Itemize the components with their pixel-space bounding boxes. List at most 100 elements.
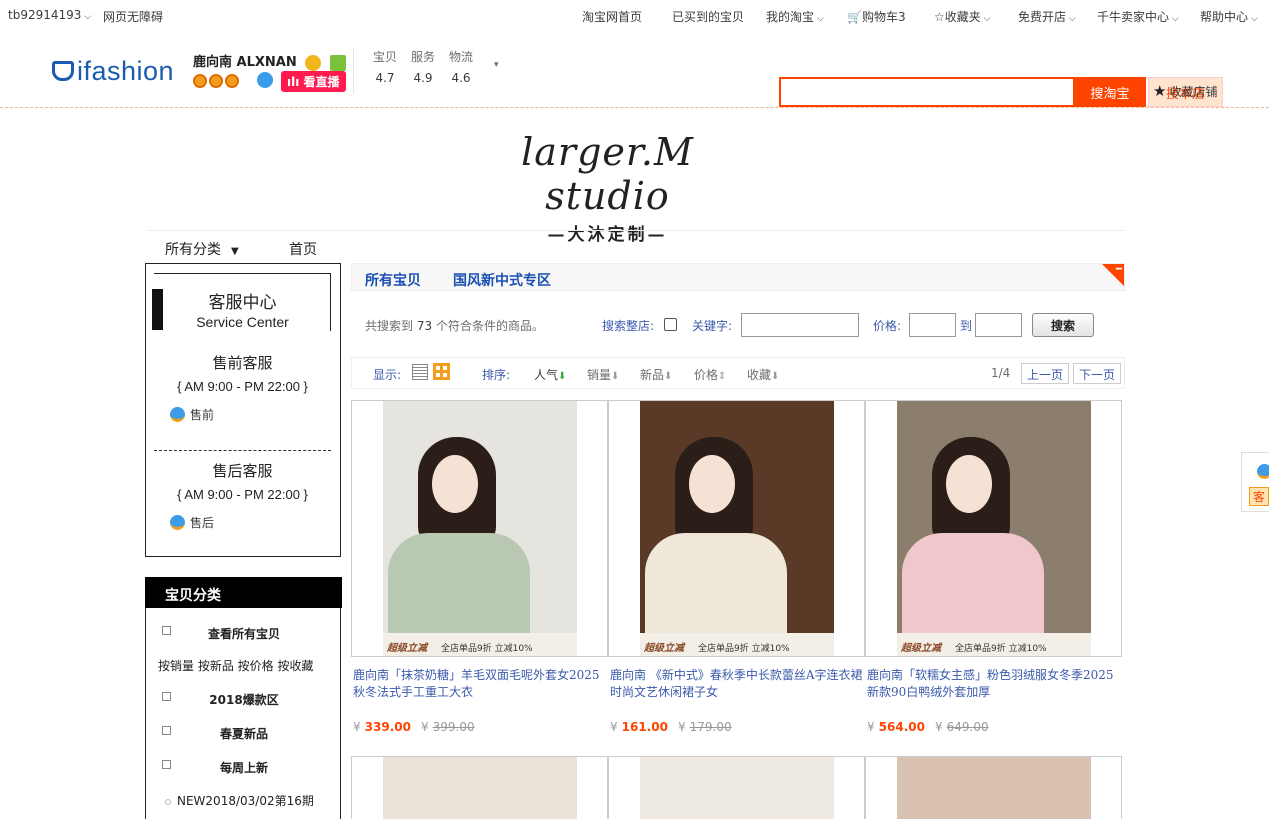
product-image[interactable] bbox=[865, 756, 1122, 819]
presale-title: 售前客服 bbox=[212, 354, 273, 372]
crown-icon bbox=[193, 74, 207, 88]
arrow-down-icon: ⬇ bbox=[771, 371, 780, 382]
next-page-button[interactable]: 下一页 bbox=[1073, 363, 1122, 384]
presale-block: 售前客服 { AM 9:00 - PM 22:00 } 售前 bbox=[154, 352, 331, 423]
service-center-panel: 客服中心 Service Center 售前客服 { AM 9:00 - PM … bbox=[145, 263, 341, 557]
product-garment bbox=[902, 533, 1044, 633]
wangwang-icon[interactable] bbox=[257, 72, 273, 88]
price-max-input[interactable] bbox=[975, 313, 1022, 337]
shop-name[interactable]: 鹿向南 ALXNAN bbox=[193, 51, 346, 71]
arrow-down-icon: ⬇ bbox=[558, 371, 567, 382]
page-indicator: 1/4 bbox=[991, 366, 1011, 380]
ifashion-logo[interactable]: ifashion bbox=[52, 56, 174, 87]
minus-icon: ━ bbox=[1115, 264, 1122, 275]
list-view-icon[interactable] bbox=[412, 364, 428, 380]
model-face bbox=[432, 455, 478, 513]
chevron-down-icon: ⌵ bbox=[983, 14, 991, 24]
category-sort-links[interactable]: 按销量 按新品 按价格 按收藏 bbox=[158, 657, 313, 674]
crumb-section[interactable]: 国风新中式专区 bbox=[453, 270, 551, 290]
aftersale-contact-link[interactable]: 售后 bbox=[170, 514, 331, 531]
open-shop-menu[interactable]: 免费开店 ⌵ bbox=[1018, 8, 1076, 25]
arrow-down-icon: ⬇ bbox=[664, 371, 673, 382]
crown-icon bbox=[225, 74, 239, 88]
rating-service: 服务 4.9 bbox=[410, 50, 435, 85]
search-input[interactable] bbox=[779, 77, 1075, 107]
product-garment bbox=[645, 533, 787, 633]
crumb-all-items[interactable]: 所有宝贝 bbox=[365, 270, 421, 290]
brand-logo[interactable]: larger.M studio —大沐定制— bbox=[495, 130, 720, 245]
chevron-down-icon: ⌵ bbox=[1251, 14, 1258, 24]
shop-home-link[interactable]: 首页 bbox=[289, 239, 317, 259]
sort-newest[interactable]: 新品⬇ bbox=[640, 366, 672, 383]
brand-badge-icon bbox=[329, 54, 346, 71]
search-whole-label: 搜索整店: bbox=[602, 319, 655, 333]
product-image[interactable]: 超级立减 全店单品9折 立减10% bbox=[351, 400, 608, 657]
favorite-shop-link[interactable]: ★ 收藏店铺 bbox=[1153, 82, 1217, 100]
product-title[interactable]: 鹿向南 《新中式》春秋季中长款蕾丝A字连衣裙时尚文艺休闲裙子女 bbox=[610, 667, 865, 701]
chevron-down-icon[interactable]: ▾ bbox=[494, 60, 499, 70]
sort-collect[interactable]: 收藏⬇ bbox=[747, 366, 779, 383]
category-header: 宝贝分类 bbox=[145, 577, 342, 608]
service-title: 客服中心 bbox=[208, 293, 277, 313]
triangle-down-icon: ▼ bbox=[231, 246, 239, 257]
keyword-input[interactable] bbox=[741, 313, 859, 337]
sort-bar: 显示: 排序: 人气⬇ 销量⬇ 新品⬇ 价格⇕ 收藏⬇ 1/4 上一页 下一页 bbox=[351, 357, 1125, 389]
sort-sales[interactable]: 销量⬇ bbox=[587, 366, 619, 383]
service-center-header: 客服中心 Service Center bbox=[152, 273, 331, 331]
favorites-menu[interactable]: ☆收藏夹 ⌵ bbox=[934, 8, 991, 25]
category-panel: 宝贝分类 查看所有宝贝 按销量 按新品 按价格 按收藏 2018爆款区 春夏新品… bbox=[145, 577, 342, 819]
breadcrumb: 所有宝贝 国风新中式专区 ━ bbox=[351, 263, 1125, 291]
service-float-label: 客 bbox=[1249, 487, 1269, 506]
filter-search-button[interactable]: 搜索 bbox=[1032, 313, 1094, 337]
cart-link[interactable]: 🛒购物车3 bbox=[847, 8, 906, 25]
price-min-input[interactable] bbox=[909, 313, 956, 337]
result-count: 共搜索到 73 个符合条件的商品。 bbox=[365, 319, 544, 333]
presale-hours: { AM 9:00 - PM 22:00 } bbox=[177, 379, 308, 394]
seller-center-menu[interactable]: 千牛卖家中心 ⌵ bbox=[1097, 8, 1179, 25]
price-to-label: 到 bbox=[960, 319, 973, 333]
crown-icon bbox=[209, 74, 223, 88]
model-face bbox=[946, 455, 992, 513]
sort-price[interactable]: 价格⇕ bbox=[694, 366, 726, 383]
cart-icon: 🛒 bbox=[847, 10, 862, 24]
shop-header: ifashion 鹿向南 ALXNAN ılı 看直播 宝贝 4.7 服务 4.9 物流… bbox=[0, 30, 1269, 108]
prev-page-button[interactable]: 上一页 bbox=[1021, 363, 1070, 384]
category-sub-item[interactable]: NEW2018/03/02第16期 bbox=[165, 792, 314, 809]
my-taobao-menu[interactable]: 我的淘宝 ⌵ bbox=[766, 8, 824, 25]
product-price: ¥161.00 ¥179.00 bbox=[610, 720, 732, 734]
product-price: ¥339.00 ¥399.00 bbox=[353, 720, 475, 734]
site-nav: tb92914193 ⌵ 网页无障碍 淘宝网首页 已买到的宝贝 我的淘宝 ⌵ 🛒购物… bbox=[0, 0, 1269, 30]
all-categories-menu[interactable]: 所有分类 ▼ bbox=[165, 239, 239, 259]
help-center-menu[interactable]: 帮助中心 ⌵ bbox=[1200, 8, 1258, 25]
presale-contact-link[interactable]: 售前 bbox=[170, 406, 331, 423]
product-card[interactable]: 超级立减 全店单品9折 立减10% 鹿向南「软糯女主感」粉色羽绒服女冬季2025新… bbox=[865, 400, 1122, 740]
search-whole-checkbox[interactable] bbox=[664, 318, 677, 331]
watch-live-button[interactable]: ılı 看直播 bbox=[281, 71, 346, 92]
arrow-updown-icon: ⇕ bbox=[718, 371, 727, 382]
product-title[interactable]: 鹿向南「抹茶奶糖」羊毛双面毛呢外套女2025秋冬法式手工重工大衣 bbox=[353, 667, 608, 701]
customer-service-float[interactable]: 客 bbox=[1241, 452, 1269, 512]
product-card[interactable]: 超级立减 全店单品9折 立减10% 鹿向南「抹茶奶糖」羊毛双面毛呢外套女2025秋… bbox=[351, 400, 608, 740]
accessibility-link[interactable]: 网页无障碍 bbox=[103, 8, 163, 25]
grid-view-icon[interactable] bbox=[433, 363, 450, 380]
product-image[interactable]: 超级立减 全店单品9折 立减10% bbox=[865, 400, 1122, 657]
chevron-down-icon: ⌵ bbox=[817, 14, 824, 24]
chevron-down-icon: ⌵ bbox=[1069, 14, 1076, 24]
sort-popularity[interactable]: 人气⬇ bbox=[534, 366, 566, 383]
product-photo-bg bbox=[640, 757, 834, 819]
brand-script: larger.M studio bbox=[521, 130, 694, 218]
product-garment bbox=[388, 533, 530, 633]
shop-ratings[interactable]: 宝贝 4.7 服务 4.9 物流 4.6 ▾ bbox=[353, 48, 499, 94]
product-image[interactable]: 超级立减 全店单品9折 立减10% bbox=[608, 400, 865, 657]
bought-items-link[interactable]: 已买到的宝贝 bbox=[672, 8, 744, 25]
product-card[interactable]: 超级立减 全店单品9折 立减10% 鹿向南 《新中式》春秋季中长款蕾丝A字连衣裙时… bbox=[608, 400, 865, 740]
product-title[interactable]: 鹿向南「软糯女主感」粉色羽绒服女冬季2025新款90白鸭绒外套加厚 bbox=[867, 667, 1122, 701]
promo-strip: 超级立减 全店单品9折 立减10% bbox=[383, 633, 577, 656]
product-image[interactable] bbox=[608, 756, 865, 819]
promo-strip: 超级立减 全店单品9折 立减10% bbox=[640, 633, 834, 656]
taobao-home-link[interactable]: 淘宝网首页 bbox=[582, 8, 642, 25]
search-taobao-button[interactable]: 搜淘宝 bbox=[1074, 77, 1146, 107]
username-link[interactable]: tb92914193 ⌵ bbox=[8, 8, 91, 22]
search-filter: 共搜索到 73 个符合条件的商品。 搜索整店: 关键字: 价格: 到 搜索 bbox=[351, 305, 1125, 345]
product-image[interactable] bbox=[351, 756, 608, 819]
